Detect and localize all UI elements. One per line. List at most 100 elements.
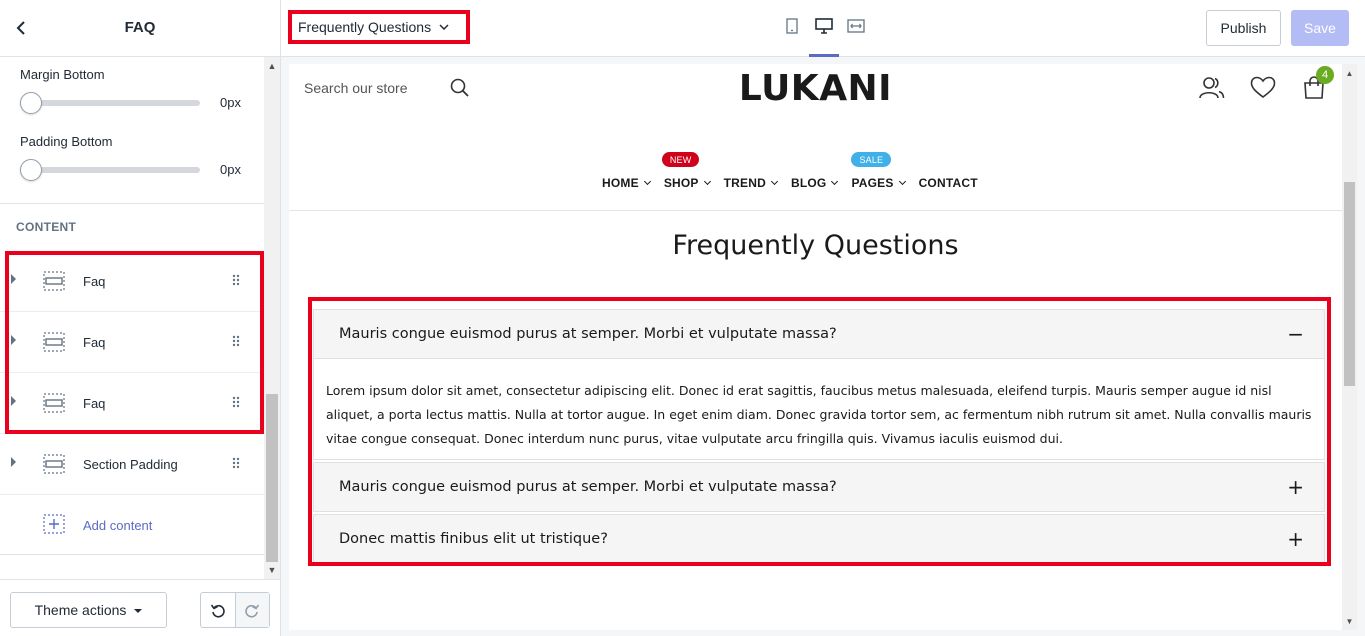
- mobile-view-button[interactable]: [781, 14, 803, 44]
- slider-handle[interactable]: [20, 92, 42, 114]
- nav-item-trend[interactable]: TREND: [723, 176, 779, 190]
- expand-icon[interactable]: +: [1287, 475, 1304, 499]
- scrollbar-thumb[interactable]: [1344, 182, 1355, 386]
- desktop-view-button[interactable]: [809, 14, 839, 57]
- nav-item-home[interactable]: HOME: [602, 176, 651, 190]
- divider: [0, 554, 264, 555]
- faq-question-text: Mauris congue euismod purus at semper. M…: [339, 479, 837, 495]
- drag-handle-icon[interactable]: [232, 334, 242, 348]
- block-faq-2[interactable]: Faq: [0, 312, 264, 373]
- block-icon: [43, 454, 65, 474]
- expand-caret-icon[interactable]: [11, 457, 16, 467]
- divider: [0, 203, 264, 204]
- drag-handle-icon[interactable]: [232, 273, 242, 287]
- nav-label: HOME: [602, 176, 639, 190]
- account-icon[interactable]: [1199, 76, 1225, 105]
- slider-handle[interactable]: [20, 159, 42, 181]
- sidebar-scrollbar[interactable]: ▲ ▼: [264, 57, 280, 579]
- nav-item-pages[interactable]: SALE PAGES: [851, 152, 906, 190]
- block-section-padding[interactable]: Section Padding: [0, 434, 264, 495]
- slider-track[interactable]: [28, 167, 200, 173]
- chevron-down-icon: [770, 177, 779, 186]
- nav-item-contact[interactable]: CONTACT: [919, 176, 978, 190]
- setting-value: 0px: [220, 162, 241, 177]
- add-content-label: Add content: [83, 518, 153, 533]
- faq-question[interactable]: Mauris congue euismod purus at semper. M…: [314, 463, 1324, 511]
- collapse-icon[interactable]: −: [1287, 322, 1304, 346]
- block-label: Faq: [83, 335, 106, 350]
- redo-icon: [245, 604, 260, 618]
- main-nav: HOME NEW SHOP TREND BLOG SALE PAGES CONT…: [602, 152, 978, 190]
- caret-down-icon: [134, 609, 143, 613]
- publish-button[interactable]: Publish: [1206, 10, 1281, 46]
- drag-handle-icon[interactable]: [232, 395, 242, 409]
- mobile-icon: [786, 18, 798, 34]
- nav-item-shop[interactable]: NEW SHOP: [661, 152, 711, 190]
- scroll-down-icon[interactable]: ▼: [1342, 614, 1357, 628]
- nav-label: SHOP: [663, 176, 699, 190]
- expand-caret-icon[interactable]: [11, 396, 16, 406]
- expand-icon[interactable]: +: [1287, 527, 1304, 551]
- theme-actions-label: Theme actions: [34, 602, 127, 618]
- faq-question[interactable]: Mauris congue euismod purus at semper. M…: [314, 310, 1324, 358]
- chevron-down-icon: [898, 177, 906, 186]
- block-faq-3[interactable]: Faq: [0, 373, 264, 434]
- theme-editor: FAQ Margin Bottom 0px Padding Bottom 0px…: [0, 0, 1365, 636]
- undo-button[interactable]: [201, 593, 235, 627]
- margin-bottom-setting: Margin Bottom 0px: [20, 67, 250, 114]
- add-content-button[interactable]: Add content: [0, 495, 264, 556]
- fullwidth-icon: [847, 19, 865, 33]
- faq-item: Mauris congue euismod purus at semper. M…: [313, 462, 1325, 512]
- section-title: FAQ: [124, 19, 156, 36]
- undo-redo-group: [200, 592, 270, 628]
- scrollbar-thumb[interactable]: [266, 394, 278, 562]
- nav-label: TREND: [723, 176, 766, 190]
- sale-badge: SALE: [851, 152, 892, 167]
- slider-track[interactable]: [28, 100, 200, 106]
- block-label: Faq: [83, 274, 106, 289]
- block-icon: [43, 271, 65, 291]
- chevron-down-icon: [643, 177, 651, 186]
- padding-bottom-slider[interactable]: [20, 158, 200, 182]
- preview-scrollbar[interactable]: ▲ ▼: [1342, 64, 1357, 630]
- block-faq-1[interactable]: Faq: [0, 251, 264, 312]
- page-selector[interactable]: Frequently Questions: [288, 10, 470, 44]
- store-preview: Search our store LUKANI 4 HOME NEW SHOP …: [289, 64, 1342, 630]
- block-label: Faq: [83, 396, 106, 411]
- fullwidth-view-button[interactable]: [845, 14, 867, 44]
- faq-accordion: Mauris congue euismod purus at semper. M…: [313, 309, 1325, 566]
- save-button[interactable]: Save: [1291, 10, 1349, 46]
- redo-button[interactable]: [234, 593, 269, 627]
- block-icon: [43, 332, 65, 352]
- expand-caret-icon[interactable]: [11, 335, 16, 345]
- sidebar-footer: Theme actions: [0, 579, 280, 636]
- heart-icon[interactable]: [1250, 76, 1276, 105]
- block-label: Section Padding: [83, 457, 178, 472]
- sidebar-header: FAQ: [0, 0, 280, 57]
- chevron-down-icon: [703, 177, 711, 186]
- faq-question-text: Donec mattis finibus elit ut tristique?: [339, 531, 608, 547]
- chevron-down-icon: [831, 177, 839, 186]
- expand-caret-icon[interactable]: [11, 274, 16, 284]
- margin-bottom-slider[interactable]: [20, 91, 200, 115]
- padding-bottom-setting: Padding Bottom 0px: [20, 134, 250, 181]
- faq-question[interactable]: Donec mattis finibus elit ut tristique? …: [314, 515, 1324, 563]
- faq-item: Donec mattis finibus elit ut tristique? …: [313, 514, 1325, 564]
- new-badge: NEW: [661, 152, 700, 167]
- scroll-down-icon[interactable]: ▼: [264, 563, 280, 577]
- store-logo[interactable]: LUKANI: [289, 68, 1342, 109]
- scroll-up-icon[interactable]: ▲: [1342, 66, 1357, 80]
- nav-item-blog[interactable]: BLOG: [791, 176, 839, 190]
- header-divider: [289, 210, 1342, 211]
- setting-label: Margin Bottom: [20, 67, 105, 82]
- page-selector-label: Frequently Questions: [298, 19, 432, 35]
- faq-item: Mauris congue euismod purus at semper. M…: [313, 309, 1325, 460]
- faq-heading: Frequently Questions: [672, 230, 959, 261]
- sidebar: FAQ Margin Bottom 0px Padding Bottom 0px…: [0, 0, 281, 636]
- drag-handle-icon[interactable]: [232, 456, 242, 470]
- scroll-up-icon[interactable]: ▲: [264, 59, 280, 73]
- theme-actions-button[interactable]: Theme actions: [10, 592, 167, 628]
- chevron-down-icon: [439, 24, 449, 30]
- sidebar-scroll-area: Margin Bottom 0px Padding Bottom 0px CON…: [0, 57, 280, 579]
- add-block-icon: [43, 514, 65, 539]
